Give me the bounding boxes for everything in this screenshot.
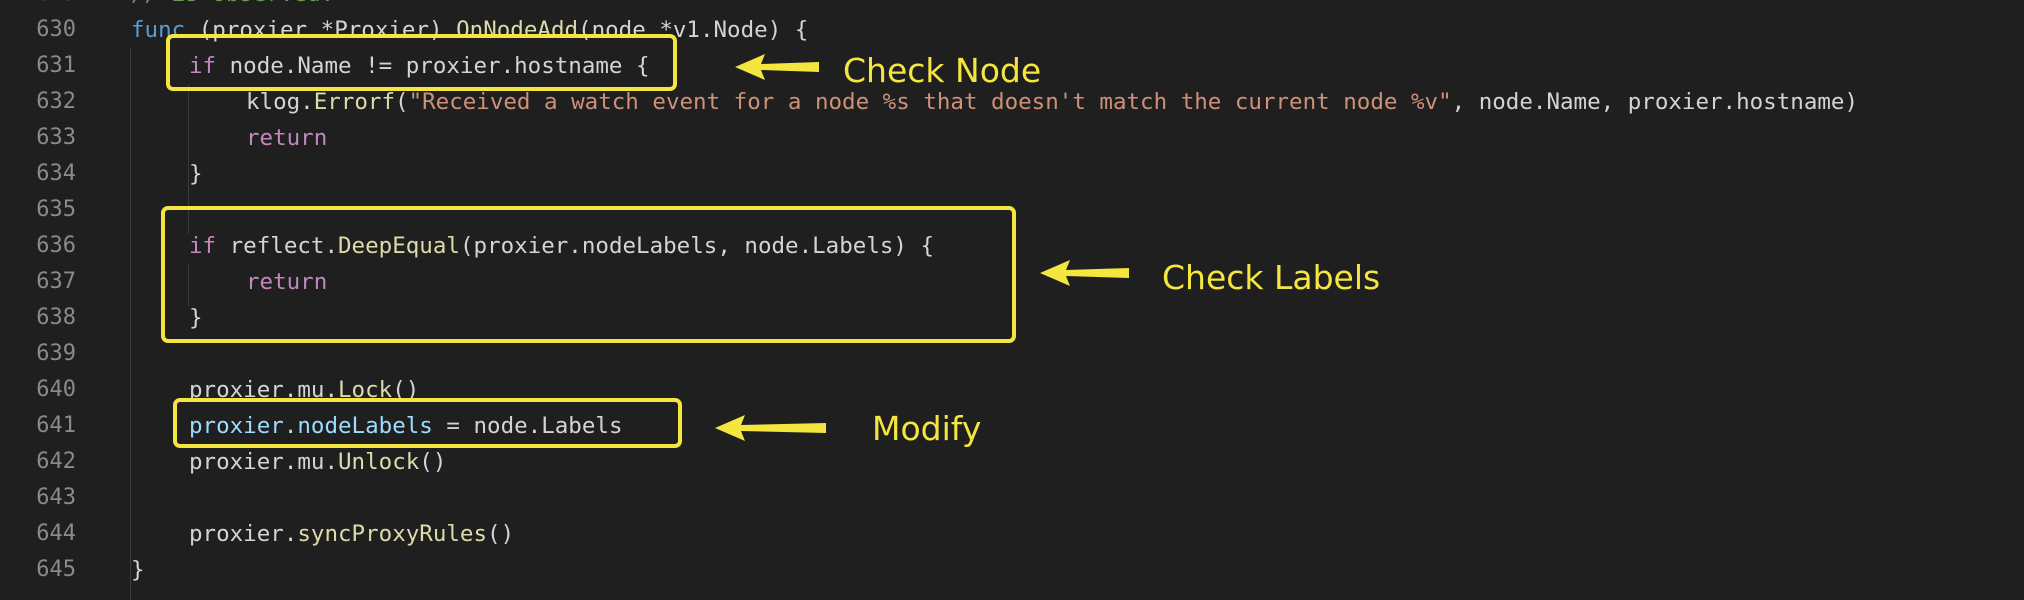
line-number: 644 (36, 521, 76, 546)
line-number: 631 (36, 53, 76, 78)
code-token: () (419, 449, 447, 475)
code-token: ( (395, 89, 409, 115)
line-number: 629 (0, 0, 76, 12)
line-number: 632 (36, 89, 76, 114)
code-line: 645} (0, 552, 2024, 588)
line-number: 643 (36, 485, 76, 510)
line-number: 630 (36, 17, 76, 42)
code-token: () (487, 521, 515, 547)
code-token: Errorf (313, 89, 396, 115)
line-number: 633 (36, 125, 76, 150)
code-token: klog. (246, 89, 314, 115)
code-text: proxier.mu.Unlock() (189, 444, 446, 480)
highlight-box-check-labels (161, 206, 1016, 343)
indent-guide (130, 48, 131, 600)
code-line: 634} (0, 156, 2024, 192)
line-number: 638 (36, 305, 76, 330)
code-token: return (246, 125, 328, 151)
highlight-box-modify (173, 398, 682, 448)
code-line: 643 (0, 480, 2024, 516)
code-token: } (131, 557, 145, 583)
line-number: 635 (36, 197, 76, 222)
line-number: 642 (36, 449, 76, 474)
line-number: 645 (36, 557, 76, 582)
code-line: 629 // is observed. (0, 0, 2024, 12)
line-number: 636 (36, 233, 76, 258)
annotation-check-labels: Check Labels (1162, 258, 1381, 297)
arrow-left-icon (715, 415, 826, 441)
code-text: } (189, 156, 203, 192)
code-token: syncProxyRules (297, 521, 488, 547)
code-token: // is observed. (131, 0, 334, 7)
line-number: 640 (36, 377, 76, 402)
annotation-check-node: Check Node (843, 51, 1042, 90)
arrow-left-icon (735, 54, 819, 80)
arrow-left-icon (1040, 260, 1129, 286)
annotation-modify: Modify (872, 409, 982, 448)
highlight-box-check-node (166, 34, 677, 91)
code-text: proxier.syncProxyRules() (189, 516, 514, 552)
line-number: 637 (36, 269, 76, 294)
code-line: 642 proxier.mu.Unlock() (0, 444, 2024, 480)
line-number: 641 (36, 413, 76, 438)
code-token: } (189, 161, 203, 187)
line-number: 634 (36, 161, 76, 186)
code-token: "Received a watch event for a node %s th… (408, 89, 1452, 115)
code-text: // is observed. (131, 0, 334, 12)
code-token: proxier.mu. (189, 449, 339, 475)
line-number: 639 (36, 341, 76, 366)
code-text: return (246, 120, 327, 156)
code-token: proxier. (189, 521, 298, 547)
code-text: } (131, 552, 145, 588)
code-token: Unlock (338, 449, 420, 475)
code-line: 644 proxier.syncProxyRules() (0, 516, 2024, 552)
code-line: 633 return (0, 120, 2024, 156)
code-token: , node.Name, proxier.hostname) (1451, 89, 1859, 115)
